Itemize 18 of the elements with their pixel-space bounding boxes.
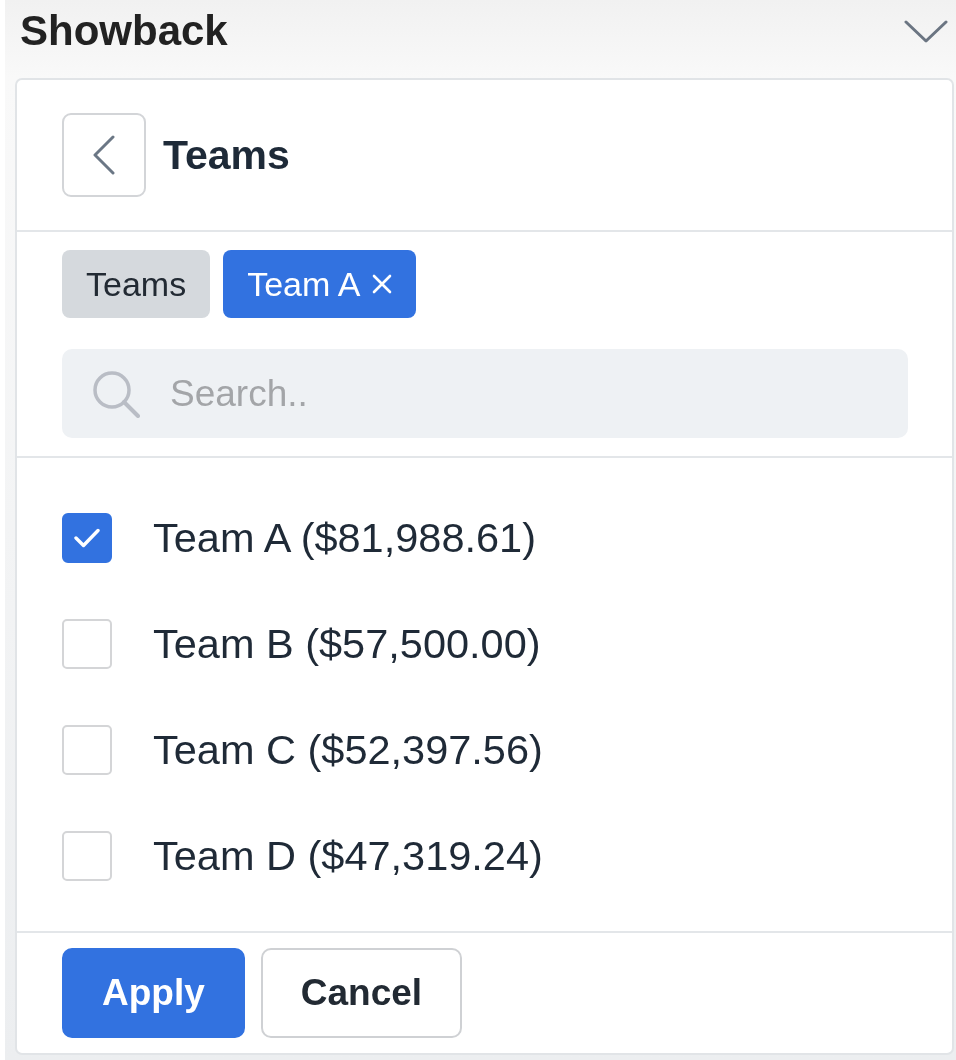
cancel-button[interactable]: Cancel [260,948,463,1038]
category-chip[interactable]: Teams [62,250,211,318]
chevron-down-icon[interactable] [904,20,948,44]
check-icon [74,528,100,548]
checkbox[interactable] [62,513,112,563]
option-label[interactable]: Team D ($47,319.24) [153,833,543,879]
panel-title: Teams [163,134,290,176]
option-label[interactable]: Team A ($81,988.61) [153,515,536,561]
option-label[interactable]: Team C ($52,397.56) [153,727,543,773]
close-icon[interactable] [371,274,392,294]
section-title: Showback [20,10,228,52]
filter-chip[interactable]: Team A [223,250,416,318]
option-label[interactable]: Team B ($57,500.00) [153,621,541,667]
chevron-left-icon [92,135,116,175]
apply-button[interactable]: Apply [62,948,245,1038]
search-field[interactable]: Search.. [62,349,908,438]
search-icon [92,370,140,418]
back-button[interactable] [62,113,146,197]
